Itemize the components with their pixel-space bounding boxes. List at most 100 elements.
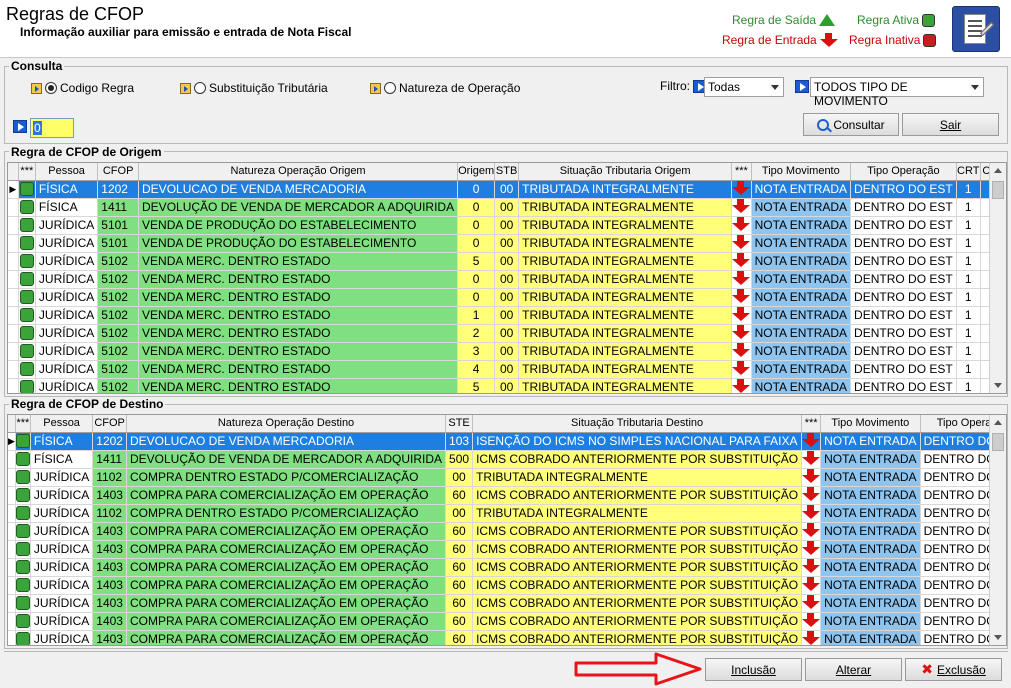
table-row[interactable]: JURÍDICA 5102 VENDA MERC. DENTRO ESTADO 4 00… [8, 360, 1006, 379]
column-header[interactable]: Origem [457, 163, 496, 181]
table-cell: VENDA MERC. DENTRO ESTADO [138, 252, 459, 271]
table-row[interactable]: ▶ FÍSICA 1202 DEVOLUCAO DE VENDA MERCADORIA… [8, 432, 1006, 451]
column-header[interactable]: CRT [956, 163, 981, 181]
table-cell: 1 [956, 324, 981, 343]
origem-grid[interactable]: *** Pessoa CFOP Natureza Operação Origem Ori… [7, 162, 1007, 394]
consultar-button[interactable]: Consultar [803, 113, 899, 136]
exclusao-button[interactable]: ✖ Exclusão [905, 658, 1002, 681]
table-cell: NOTA ENTRADA [751, 288, 852, 307]
row-indicator [8, 270, 19, 289]
search-input[interactable]: 0 [30, 118, 74, 138]
scroll-thumb[interactable] [992, 181, 1004, 199]
table-row[interactable]: JURÍDICA 5102 VENDA MERC. DENTRO ESTADO 5 00… [8, 252, 1006, 271]
column-header[interactable]: CFOP [97, 163, 140, 181]
column-header[interactable]: Situação Tributaria Origem [518, 163, 733, 181]
table-cell: TRIBUTADA INTEGRALMENTE [518, 234, 733, 253]
table-cell: 00 [494, 252, 520, 271]
page-subtitle: Informação auxiliar para emissão e entra… [20, 25, 352, 39]
table-row[interactable]: JURÍDICA 1403 COMPRA PARA COMERCIALIZAÇÃO … [8, 522, 1006, 541]
table-row[interactable]: JURÍDICA 5102 VENDA MERC. DENTRO ESTADO 2 00… [8, 324, 1006, 343]
column-header[interactable]: Tipo Operação [850, 163, 957, 181]
table-row[interactable]: JURÍDICA 5102 VENDA MERC. DENTRO ESTADO 0 00… [8, 270, 1006, 289]
table-row[interactable]: JURÍDICA 1403 COMPRA PARA COMERCIALIZAÇÃO … [8, 558, 1006, 577]
table-cell: JURÍDICA [30, 522, 94, 541]
table-cell: JURÍDICA [30, 540, 94, 559]
movimento-select[interactable]: TODOS TIPO DE MOVIMENTO [810, 77, 984, 108]
table-cell: JURÍDICA [30, 576, 94, 595]
table-cell: DENTRO DO EST [850, 234, 957, 253]
column-header[interactable]: CFOP [92, 415, 127, 433]
status-cell [15, 504, 31, 523]
radio-button[interactable] [384, 82, 396, 94]
table-row[interactable]: JURÍDICA 1403 COMPRA PARA COMERCIALIZAÇÃO … [8, 630, 1006, 645]
table-row[interactable]: JURÍDICA 5101 VENDA DE PRODUÇÃO DO ESTABEL… [8, 234, 1006, 253]
column-header[interactable]: *** [731, 163, 752, 181]
column-header[interactable]: STB [494, 163, 520, 181]
table-cell: JURÍDICA [30, 468, 94, 487]
table-row[interactable]: JURÍDICA 1403 COMPRA PARA COMERCIALIZAÇÃO … [8, 486, 1006, 505]
destino-scrollbar[interactable] [989, 415, 1006, 645]
column-header[interactable]: *** [15, 415, 31, 433]
table-row[interactable]: JURÍDICA 1403 COMPRA PARA COMERCIALIZAÇÃO … [8, 576, 1006, 595]
status-cell [15, 540, 31, 559]
scroll-thumb[interactable] [992, 433, 1004, 451]
table-row[interactable]: JURÍDICA 5101 VENDA DE PRODUÇÃO DO ESTABEL… [8, 216, 1006, 235]
table-row[interactable]: ▶ FÍSICA 1202 DEVOLUCAO DE VENDA MERCADORIA… [8, 180, 1006, 199]
table-row[interactable]: JURÍDICA 1403 COMPRA PARA COMERCIALIZAÇÃO … [8, 612, 1006, 631]
table-row[interactable]: FÍSICA 1411 DEVOLUÇÃO DE VENDA DE MERCADOR… [8, 198, 1006, 217]
table-cell: JURÍDICA [35, 234, 99, 253]
alterar-button[interactable]: Alterar [805, 658, 902, 681]
table-cell: 3 [457, 342, 496, 361]
radio-button[interactable] [194, 82, 206, 94]
scroll-down-icon[interactable] [994, 635, 1002, 640]
radio-natureza[interactable]: Natureza de Operação [370, 81, 520, 95]
column-header[interactable]: Pessoa [30, 415, 94, 433]
column-header[interactable]: *** [801, 415, 822, 433]
table-cell: TRIBUTADA INTEGRALMENTE [472, 504, 803, 523]
table-cell: VENDA DE PRODUÇÃO DO ESTABELECIMENTO [138, 216, 459, 235]
table-row[interactable]: JURÍDICA 5102 VENDA MERC. DENTRO ESTADO 0 00… [8, 288, 1006, 307]
row-indicator-header [8, 163, 19, 181]
inclusao-button[interactable]: Inclusão [705, 658, 802, 681]
table-cell: NOTA ENTRADA [751, 342, 852, 361]
document-edit-icon [952, 6, 1000, 52]
column-header[interactable]: Pessoa [35, 163, 99, 181]
column-header[interactable]: Natureza Operação Destino [126, 415, 447, 433]
table-cell: TRIBUTADA INTEGRALMENTE [518, 180, 733, 199]
table-cell: NOTA ENTRADA [820, 594, 921, 613]
table-row[interactable]: JURÍDICA 1102 COMPRA DENTRO ESTADO P/COMER… [8, 504, 1006, 523]
column-header[interactable]: Natureza Operação Origem [138, 163, 459, 181]
table-cell: 00 [494, 360, 520, 379]
table-row[interactable]: JURÍDICA 1403 COMPRA PARA COMERCIALIZAÇÃO … [8, 540, 1006, 559]
scroll-up-icon[interactable] [994, 168, 1002, 173]
table-row[interactable]: JURÍDICA 1102 COMPRA DENTRO ESTADO P/COMER… [8, 468, 1006, 487]
table-row[interactable]: JURÍDICA 5102 VENDA MERC. DENTRO ESTADO 1 00… [8, 306, 1006, 325]
table-cell: NOTA ENTRADA [751, 360, 852, 379]
column-header[interactable]: *** [18, 163, 36, 181]
column-header[interactable]: Situação Tributaria Destino [472, 415, 803, 433]
table-row[interactable]: JURÍDICA 5102 VENDA MERC. DENTRO ESTADO 5 00… [8, 378, 1006, 393]
table-cell: NOTA ENTRADA [820, 540, 921, 559]
column-header[interactable]: STE [445, 415, 474, 433]
filtro-select[interactable]: Todas [704, 77, 784, 97]
radio-button[interactable] [45, 82, 57, 94]
table-cell: 1403 [92, 594, 127, 613]
table-row[interactable]: FÍSICA 1411 DEVOLUÇÃO DE VENDA DE MERCADOR… [8, 450, 1006, 469]
movement-cell [731, 324, 752, 343]
table-cell: COMPRA PARA COMERCIALIZAÇÃO EM OPERAÇÃO [126, 612, 447, 631]
row-indicator [8, 324, 19, 343]
radio-codigo-regra[interactable]: Codigo Regra [31, 81, 134, 95]
sair-button[interactable]: Sair [902, 113, 999, 136]
table-cell: DENTRO DO EST [850, 342, 957, 361]
scroll-up-icon[interactable] [994, 420, 1002, 425]
column-header[interactable]: Tipo Movimento [820, 415, 921, 433]
movement-cell [731, 270, 752, 289]
origem-scrollbar[interactable] [989, 163, 1006, 393]
table-row[interactable]: JURÍDICA 5102 VENDA MERC. DENTRO ESTADO 3 00… [8, 342, 1006, 361]
table-row[interactable]: JURÍDICA 1403 COMPRA PARA COMERCIALIZAÇÃO … [8, 594, 1006, 613]
scroll-down-icon[interactable] [994, 383, 1002, 388]
table-cell: 1403 [92, 630, 127, 645]
destino-grid[interactable]: *** Pessoa CFOP Natureza Operação Destino ST… [7, 414, 1007, 646]
column-header[interactable]: Tipo Movimento [751, 163, 852, 181]
radio-substituicao[interactable]: Substituição Tributária [180, 81, 328, 95]
